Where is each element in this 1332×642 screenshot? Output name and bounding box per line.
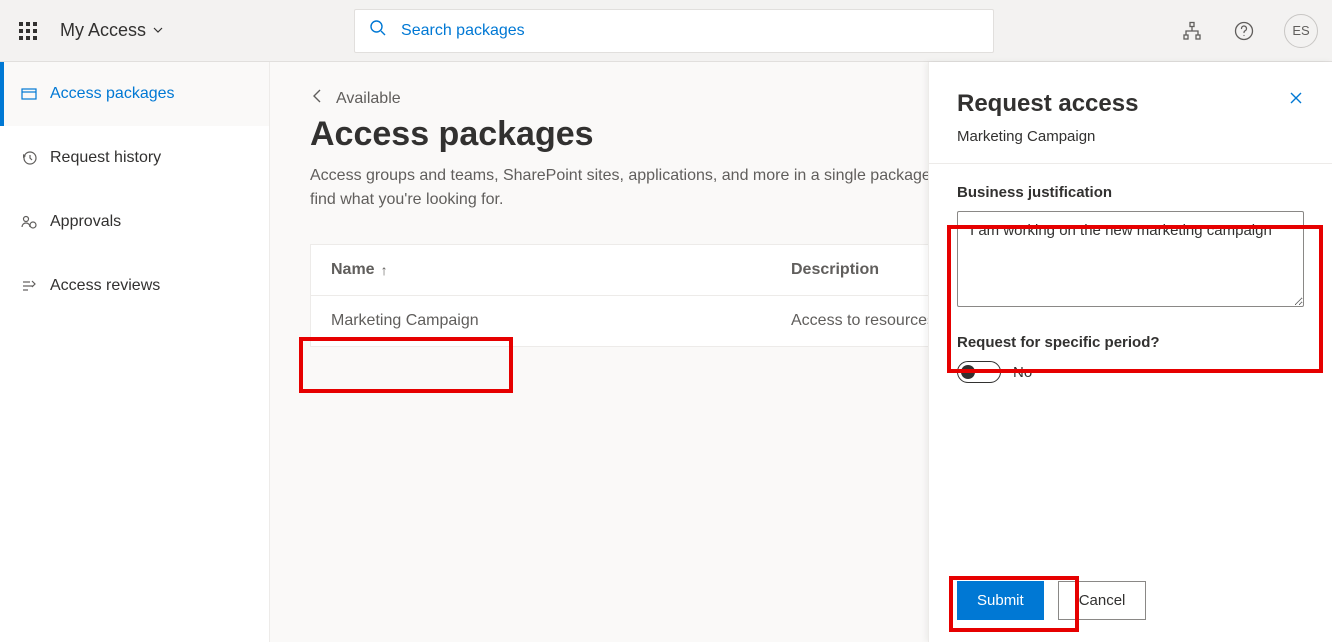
top-header: My Access ES <box>0 0 1332 62</box>
breadcrumb-text: Available <box>336 90 401 108</box>
row-name: Marketing Campaign <box>331 312 791 330</box>
header-right: ES <box>1180 14 1318 48</box>
back-arrow-icon[interactable] <box>310 88 326 109</box>
period-toggle-row: No <box>957 361 1304 383</box>
sidebar: Access packages Request history Approval… <box>0 62 270 642</box>
column-name-label: Name <box>331 261 375 279</box>
cancel-button[interactable]: Cancel <box>1058 581 1147 620</box>
sidebar-item-access-packages[interactable]: Access packages <box>0 62 269 126</box>
reviews-icon <box>20 278 38 294</box>
sidebar-item-access-reviews[interactable]: Access reviews <box>0 254 269 318</box>
packages-icon <box>20 86 38 102</box>
search-input[interactable] <box>401 22 979 40</box>
search-box[interactable] <box>354 9 994 53</box>
sidebar-item-label: Request history <box>50 149 161 167</box>
avatar-initials: ES <box>1292 23 1309 38</box>
waffle-button[interactable] <box>14 17 42 45</box>
approvals-icon <box>20 214 38 230</box>
history-icon <box>20 150 38 166</box>
justification-label: Business justification <box>957 184 1304 201</box>
column-header-name[interactable]: Name ↑ <box>331 261 791 279</box>
sidebar-item-approvals[interactable]: Approvals <box>0 190 269 254</box>
panel-header: Request access Marketing Campaign <box>929 62 1332 164</box>
period-label: Request for specific period? <box>957 334 1304 351</box>
search-icon <box>369 19 387 42</box>
justification-textarea[interactable] <box>957 211 1304 307</box>
sort-ascending-icon: ↑ <box>381 262 388 278</box>
waffle-icon <box>19 22 37 40</box>
help-icon[interactable] <box>1232 19 1256 43</box>
period-toggle-value: No <box>1013 364 1032 381</box>
toggle-knob-icon <box>961 365 975 379</box>
sidebar-item-request-history[interactable]: Request history <box>0 126 269 190</box>
submit-button[interactable]: Submit <box>957 581 1044 620</box>
app-title-dropdown[interactable]: My Access <box>60 20 164 41</box>
panel-subtitle: Marketing Campaign <box>957 128 1138 145</box>
sidebar-item-label: Access reviews <box>50 277 160 295</box>
panel-body: Business justification Request for speci… <box>929 164 1332 563</box>
chevron-down-icon <box>152 20 164 41</box>
period-toggle[interactable] <box>957 361 1001 383</box>
sidebar-item-label: Access packages <box>50 85 175 103</box>
user-avatar[interactable]: ES <box>1284 14 1318 48</box>
app-title-text: My Access <box>60 20 146 41</box>
close-panel-button[interactable] <box>1288 90 1304 111</box>
panel-footer: Submit Cancel <box>929 563 1332 642</box>
sitemap-icon[interactable] <box>1180 19 1204 43</box>
request-access-panel: Request access Marketing Campaign Busine… <box>928 62 1332 642</box>
panel-title: Request access <box>957 90 1138 118</box>
sidebar-item-label: Approvals <box>50 213 121 231</box>
close-icon <box>1288 90 1304 106</box>
